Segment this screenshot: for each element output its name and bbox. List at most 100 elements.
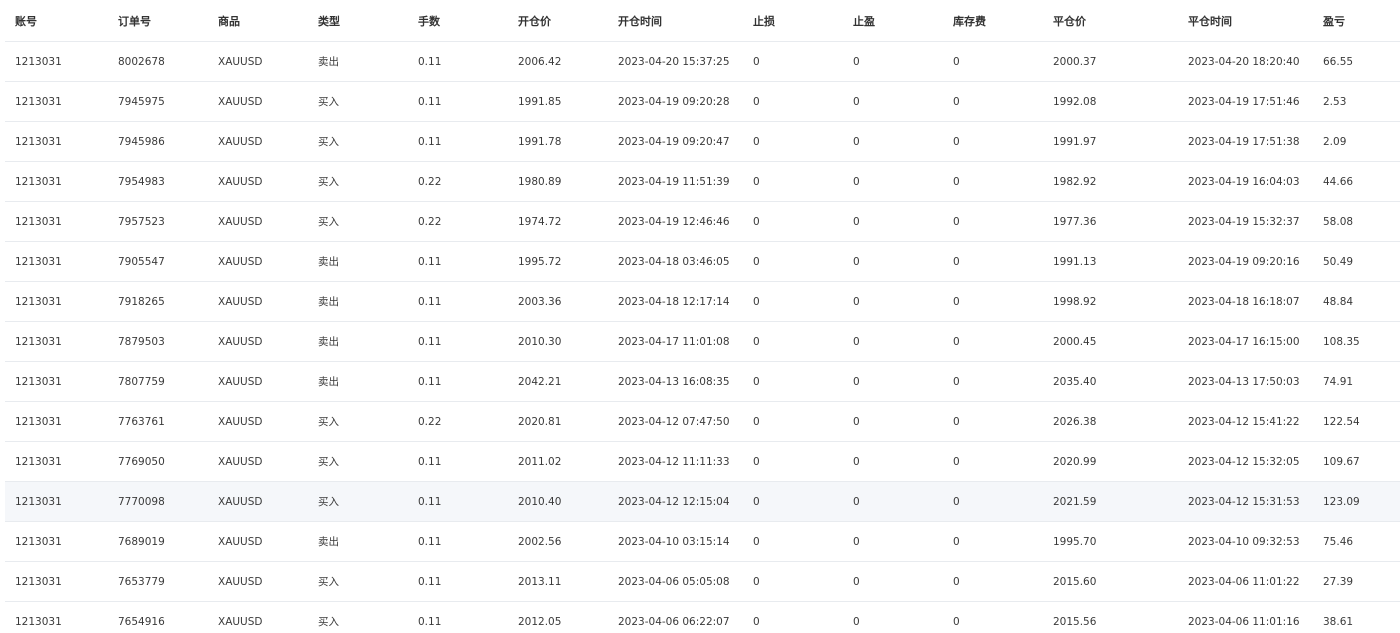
profit-cell: 58.08	[1313, 201, 1400, 242]
stop-loss-cell: 0	[743, 521, 843, 562]
open-time-cell: 2023-04-06 06:22:07	[608, 601, 743, 633]
column-header-open-price[interactable]: 开仓价	[508, 0, 608, 42]
type-cell: 卖出	[308, 41, 408, 82]
table-row[interactable]: 1213031 7918265 XAUUSD 卖出 0.11 2003.36 2023-04…	[5, 281, 1400, 322]
lots-cell: 0.11	[408, 361, 508, 402]
profit-cell: 66.55	[1313, 41, 1400, 82]
open-price-cell: 2013.11	[508, 561, 608, 602]
column-header-order-id[interactable]: 订单号	[108, 0, 208, 42]
lots-cell: 0.11	[408, 321, 508, 362]
open-price-cell: 2012.05	[508, 601, 608, 633]
table-row[interactable]: 1213031 7905547 XAUUSD 卖出 0.11 1995.72 2023-04…	[5, 241, 1400, 282]
symbol-cell: XAUUSD	[208, 441, 308, 482]
type-cell: 买入	[308, 121, 408, 162]
order-id-cell: 7905547	[108, 241, 208, 282]
order-id-cell: 7945986	[108, 121, 208, 162]
table-row[interactable]: 1213031 7654916 XAUUSD 买入 0.11 2012.05 2023-04…	[5, 601, 1400, 633]
table-row[interactable]: 1213031 7769050 XAUUSD 买入 0.11 2011.02 2023-04…	[5, 441, 1400, 482]
account-cell: 1213031	[5, 441, 108, 482]
profit-cell: 50.49	[1313, 241, 1400, 282]
type-cell: 买入	[308, 161, 408, 202]
table-row[interactable]: 1213031 7807759 XAUUSD 卖出 0.11 2042.21 2023-04…	[5, 361, 1400, 402]
order-id-cell: 7945975	[108, 81, 208, 122]
lots-cell: 0.11	[408, 281, 508, 322]
stop-loss-cell: 0	[743, 361, 843, 402]
column-header-close-price[interactable]: 平仓价	[1043, 0, 1178, 42]
open-time-cell: 2023-04-13 16:08:35	[608, 361, 743, 402]
order-id-cell: 8002678	[108, 41, 208, 82]
close-time-cell: 2023-04-19 09:20:16	[1178, 241, 1313, 282]
symbol-cell: XAUUSD	[208, 281, 308, 322]
stop-loss-cell: 0	[743, 441, 843, 482]
column-header-symbol[interactable]: 商品	[208, 0, 308, 42]
column-header-swap[interactable]: 库存费	[943, 0, 1043, 42]
symbol-cell: XAUUSD	[208, 201, 308, 242]
table-row[interactable]: 1213031 7957523 XAUUSD 买入 0.22 1974.72 2023-04…	[5, 201, 1400, 242]
column-header-lots[interactable]: 手数	[408, 0, 508, 42]
close-price-cell: 2000.45	[1043, 321, 1178, 362]
type-cell: 买入	[308, 81, 408, 122]
swap-cell: 0	[943, 321, 1043, 362]
header-row: 账号 订单号 商品 类型 手数 开仓价 开仓时间 止损 止盈 库存费 平仓价 平…	[5, 0, 1400, 42]
close-price-cell: 2015.60	[1043, 561, 1178, 602]
table-row[interactable]: 1213031 7954983 XAUUSD 买入 0.22 1980.89 2023-04…	[5, 161, 1400, 202]
table-row[interactable]: 1213031 7879503 XAUUSD 卖出 0.11 2010.30 2023-04…	[5, 321, 1400, 362]
stop-loss-cell: 0	[743, 161, 843, 202]
lots-cell: 0.22	[408, 201, 508, 242]
column-header-type[interactable]: 类型	[308, 0, 408, 42]
type-cell: 卖出	[308, 241, 408, 282]
stop-loss-cell: 0	[743, 401, 843, 442]
lots-cell: 0.11	[408, 121, 508, 162]
table-row[interactable]: 1213031 7763761 XAUUSD 买入 0.22 2020.81 2023-04…	[5, 401, 1400, 442]
column-header-take-profit[interactable]: 止盈	[843, 0, 943, 42]
table-body: 1213031 8002678 XAUUSD 卖出 0.11 2006.42 2023-04…	[5, 41, 1400, 633]
table-row[interactable]: 1213031 7689019 XAUUSD 卖出 0.11 2002.56 2023-04…	[5, 521, 1400, 562]
swap-cell: 0	[943, 561, 1043, 602]
close-time-cell: 2023-04-19 15:32:37	[1178, 201, 1313, 242]
open-time-cell: 2023-04-18 03:46:05	[608, 241, 743, 282]
open-price-cell: 2042.21	[508, 361, 608, 402]
account-cell: 1213031	[5, 281, 108, 322]
swap-cell: 0	[943, 441, 1043, 482]
account-cell: 1213031	[5, 521, 108, 562]
close-price-cell: 1991.13	[1043, 241, 1178, 282]
close-price-cell: 1982.92	[1043, 161, 1178, 202]
take-profit-cell: 0	[843, 441, 943, 482]
close-price-cell: 1977.36	[1043, 201, 1178, 242]
profit-cell: 108.35	[1313, 321, 1400, 362]
table-row[interactable]: 1213031 7653779 XAUUSD 买入 0.11 2013.11 2023-04…	[5, 561, 1400, 602]
table-row[interactable]: 1213031 7945975 XAUUSD 买入 0.11 1991.85 2023-04…	[5, 81, 1400, 122]
type-cell: 买入	[308, 441, 408, 482]
column-header-profit[interactable]: 盈亏	[1313, 0, 1400, 42]
account-cell: 1213031	[5, 121, 108, 162]
table-row[interactable]: 1213031 7770098 XAUUSD 买入 0.11 2010.40 2023-04…	[5, 481, 1400, 522]
lots-cell: 0.22	[408, 401, 508, 442]
close-price-cell: 2021.59	[1043, 481, 1178, 522]
symbol-cell: XAUUSD	[208, 401, 308, 442]
table-row[interactable]: 1213031 8002678 XAUUSD 卖出 0.11 2006.42 2023-04…	[5, 41, 1400, 82]
column-header-stop-loss[interactable]: 止损	[743, 0, 843, 42]
close-price-cell: 1991.97	[1043, 121, 1178, 162]
close-price-cell: 2026.38	[1043, 401, 1178, 442]
swap-cell: 0	[943, 41, 1043, 82]
profit-cell: 27.39	[1313, 561, 1400, 602]
symbol-cell: XAUUSD	[208, 161, 308, 202]
column-header-open-time[interactable]: 开仓时间	[608, 0, 743, 42]
order-id-cell: 7879503	[108, 321, 208, 362]
stop-loss-cell: 0	[743, 561, 843, 602]
open-price-cell: 2020.81	[508, 401, 608, 442]
order-id-cell: 7954983	[108, 161, 208, 202]
column-header-account[interactable]: 账号	[5, 0, 108, 42]
profit-cell: 38.61	[1313, 601, 1400, 633]
close-price-cell: 1992.08	[1043, 81, 1178, 122]
symbol-cell: XAUUSD	[208, 41, 308, 82]
table-row[interactable]: 1213031 7945986 XAUUSD 买入 0.11 1991.78 2023-04…	[5, 121, 1400, 162]
open-time-cell: 2023-04-17 11:01:08	[608, 321, 743, 362]
open-time-cell: 2023-04-12 07:47:50	[608, 401, 743, 442]
stop-loss-cell: 0	[743, 41, 843, 82]
swap-cell: 0	[943, 521, 1043, 562]
close-price-cell: 1998.92	[1043, 281, 1178, 322]
order-id-cell: 7653779	[108, 561, 208, 602]
column-header-close-time[interactable]: 平仓时间	[1178, 0, 1313, 42]
close-price-cell: 2000.37	[1043, 41, 1178, 82]
